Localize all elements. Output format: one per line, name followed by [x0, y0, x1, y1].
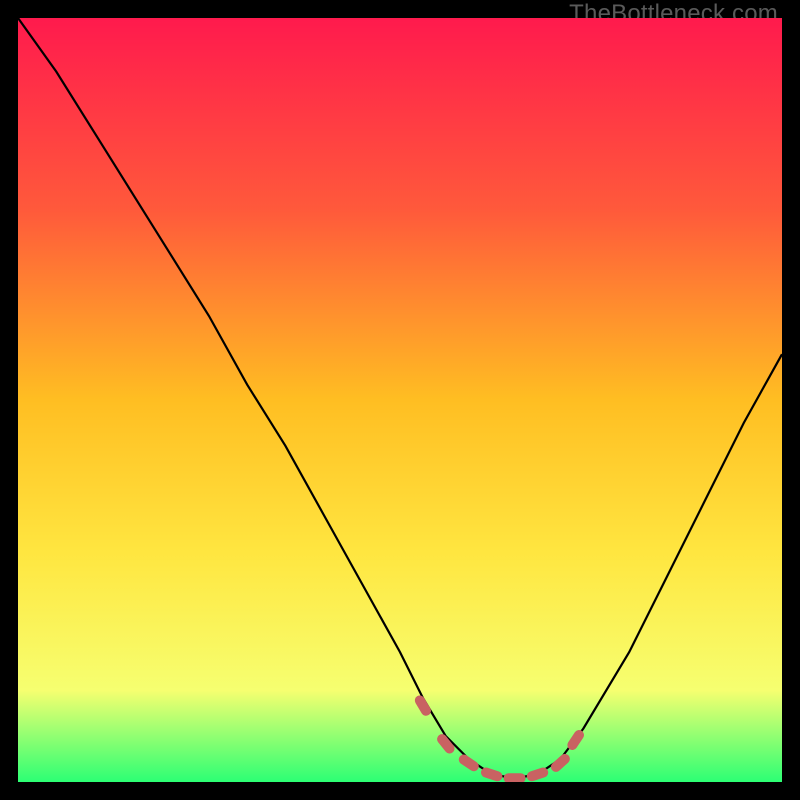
marker-dot: [504, 773, 526, 782]
gradient-background: [18, 18, 782, 782]
chart-frame: [18, 18, 782, 782]
bottleneck-chart: [18, 18, 782, 782]
